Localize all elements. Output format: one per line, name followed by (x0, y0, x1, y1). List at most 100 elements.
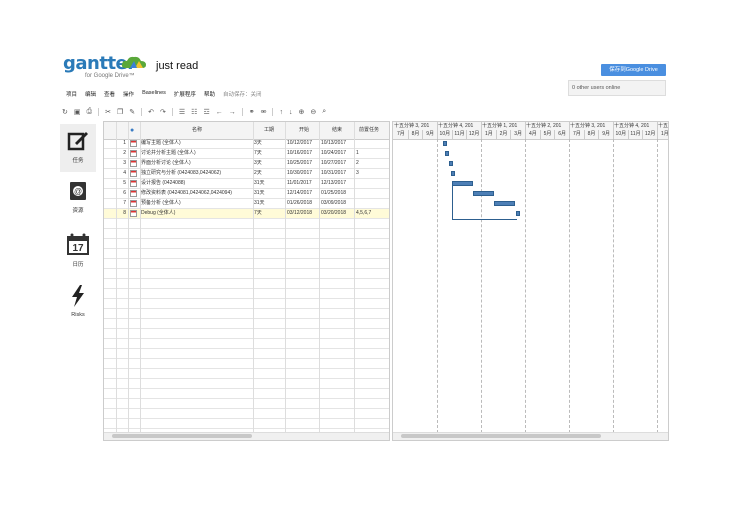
task-duration[interactable]: 7天 (254, 149, 262, 158)
refresh-icon[interactable]: ↻ (62, 108, 68, 116)
task-start[interactable]: 01/26/2018 (287, 199, 312, 208)
table-row[interactable] (104, 279, 389, 289)
task-predecessors[interactable]: 1 (356, 149, 359, 158)
nav-item-risks[interactable]: Risks (63, 284, 93, 318)
task-predecessors[interactable]: 2 (356, 159, 359, 168)
scroll-to-task-icon[interactable]: ⌕ (322, 108, 326, 116)
col-header-name[interactable]: 名称 (192, 126, 202, 135)
task-name[interactable]: 讨论并分析主题 (全体人) (141, 149, 251, 158)
move-down-icon[interactable]: ↓ (289, 109, 293, 116)
table-row[interactable] (104, 289, 389, 299)
save-icon[interactable]: ▣ (74, 108, 81, 116)
col-header-predecessors[interactable]: 前置任务 (359, 126, 379, 135)
table-row[interactable]: 5 设计报告 (0424088) 31天 11/01/2017 12/13/2017 (104, 179, 389, 189)
task-duration[interactable]: 2天 (254, 169, 262, 178)
insert-task-icon[interactable]: ☰ (179, 108, 185, 116)
table-row[interactable]: 1 编写主题 (全体人) 3天 10/12/2017 10/13/2017 (104, 139, 389, 149)
menu-item-help[interactable]: 帮助 (204, 90, 215, 98)
table-row[interactable]: 8 Debug (全体人) 7天 03/12/2018 03/20/2018 4,5,6,… (104, 209, 389, 219)
table-row[interactable] (104, 269, 389, 279)
table-row[interactable] (104, 239, 389, 249)
task-bar[interactable] (442, 141, 447, 146)
paste-icon[interactable]: ✎ (129, 108, 135, 116)
task-end[interactable]: 10/27/2017 (321, 159, 346, 168)
table-row[interactable]: 6 修改资料表 (0424081,0424062,0424094) 31天 12/14… (104, 189, 389, 199)
menu-item-edit[interactable]: 编辑 (85, 90, 96, 98)
task-end[interactable]: 01/25/2018 (321, 189, 346, 198)
table-row[interactable] (104, 249, 389, 259)
table-row[interactable] (104, 379, 389, 389)
gantt-horizontal-scrollbar[interactable] (393, 432, 668, 440)
task-start[interactable]: 11/01/2017 (287, 179, 312, 188)
task-start[interactable]: 03/12/2018 (287, 209, 312, 218)
menu-item-baselines[interactable]: Baselines (142, 90, 166, 98)
redo-icon[interactable]: ↷ (160, 108, 166, 116)
copy-icon[interactable]: ❐ (117, 108, 123, 116)
task-name[interactable]: 独立研究与分析 (0424083,0424062) (141, 169, 251, 178)
task-name[interactable]: 预备分析 (全体人) (141, 199, 251, 208)
indent-icon[interactable]: → (229, 109, 236, 116)
table-row[interactable] (104, 219, 389, 229)
table-row[interactable] (104, 389, 389, 399)
document-title[interactable]: just read (156, 60, 198, 72)
task-start[interactable]: 10/30/2017 (287, 169, 312, 178)
grid-scroll-thumb[interactable] (112, 434, 252, 438)
col-header-start[interactable]: 开始 (299, 126, 309, 135)
undo-icon[interactable]: ↶ (148, 108, 154, 116)
task-duration[interactable]: 31天 (254, 179, 265, 188)
move-up-icon[interactable]: ↑ (279, 109, 283, 116)
table-row[interactable] (104, 419, 389, 429)
zoom-in-icon[interactable]: ⊕ (298, 108, 304, 116)
task-duration[interactable]: 31天 (254, 189, 265, 198)
grid-horizontal-scrollbar[interactable] (104, 432, 389, 440)
table-row[interactable] (104, 299, 389, 309)
col-header-duration[interactable]: 工期 (264, 126, 274, 135)
task-bar[interactable] (448, 161, 453, 166)
table-row[interactable] (104, 309, 389, 319)
task-duration[interactable]: 31天 (254, 199, 265, 208)
table-row[interactable] (104, 259, 389, 269)
menu-item-extensions[interactable]: 扩展程序 (174, 90, 196, 98)
row-number[interactable]: 6 (116, 189, 126, 198)
cut-icon[interactable]: ✂ (105, 108, 111, 116)
row-number[interactable]: 1 (116, 139, 126, 148)
task-name[interactable]: Debug (全体人) (141, 209, 251, 218)
row-number[interactable]: 4 (116, 169, 126, 178)
task-start[interactable]: 10/16/2017 (287, 149, 312, 158)
nav-item-tasks[interactable]: 任务 (63, 130, 93, 164)
task-end[interactable]: 12/13/2017 (321, 179, 346, 188)
delete-task-icon[interactable]: ☲ (203, 108, 209, 116)
task-name[interactable]: 设计报告 (0424088) (141, 179, 251, 188)
menu-item-project[interactable]: 项目 (66, 90, 77, 98)
row-number[interactable]: 3 (116, 159, 126, 168)
task-name[interactable]: 界面分析讨论 (全体人) (141, 159, 251, 168)
task-bar[interactable] (451, 171, 456, 176)
task-duration[interactable]: 7天 (254, 209, 262, 218)
insert-subtask-icon[interactable]: ☷ (191, 108, 197, 116)
nav-item-resources[interactable]: @ 资源 (63, 180, 93, 214)
gantt-scroll-thumb[interactable] (401, 434, 601, 438)
task-duration[interactable]: 3天 (254, 159, 262, 168)
row-number[interactable]: 2 (116, 149, 126, 158)
menu-item-view[interactable]: 查看 (104, 90, 115, 98)
table-row[interactable]: 4 独立研究与分析 (0424083,0424062) 2天 10/30/2017 10… (104, 169, 389, 179)
table-row[interactable] (104, 359, 389, 369)
print-icon[interactable]: ⎙ (87, 108, 93, 116)
unlink-icon[interactable]: ⚮ (261, 108, 267, 116)
task-end[interactable]: 10/24/2017 (321, 149, 346, 158)
task-start[interactable]: 10/25/2017 (287, 159, 312, 168)
row-number[interactable]: 7 (116, 199, 126, 208)
task-predecessors[interactable]: 3 (356, 169, 359, 178)
task-name[interactable]: 修改资料表 (0424081,0424062,0424094) (141, 189, 251, 198)
outdent-icon[interactable]: ← (216, 109, 223, 116)
task-start[interactable]: 10/12/2017 (287, 139, 312, 148)
link-icon[interactable]: ⚭ (249, 108, 255, 116)
table-row[interactable]: 3 界面分析讨论 (全体人) 3天 10/25/2017 10/27/2017 2 (104, 159, 389, 169)
row-number[interactable]: 5 (116, 179, 126, 188)
row-number[interactable]: 8 (116, 209, 126, 218)
table-row[interactable] (104, 349, 389, 359)
task-end[interactable]: 10/13/2017 (321, 139, 346, 148)
table-row[interactable] (104, 369, 389, 379)
task-start[interactable]: 12/14/2017 (287, 189, 312, 198)
col-header-end[interactable]: 结束 (332, 126, 342, 135)
